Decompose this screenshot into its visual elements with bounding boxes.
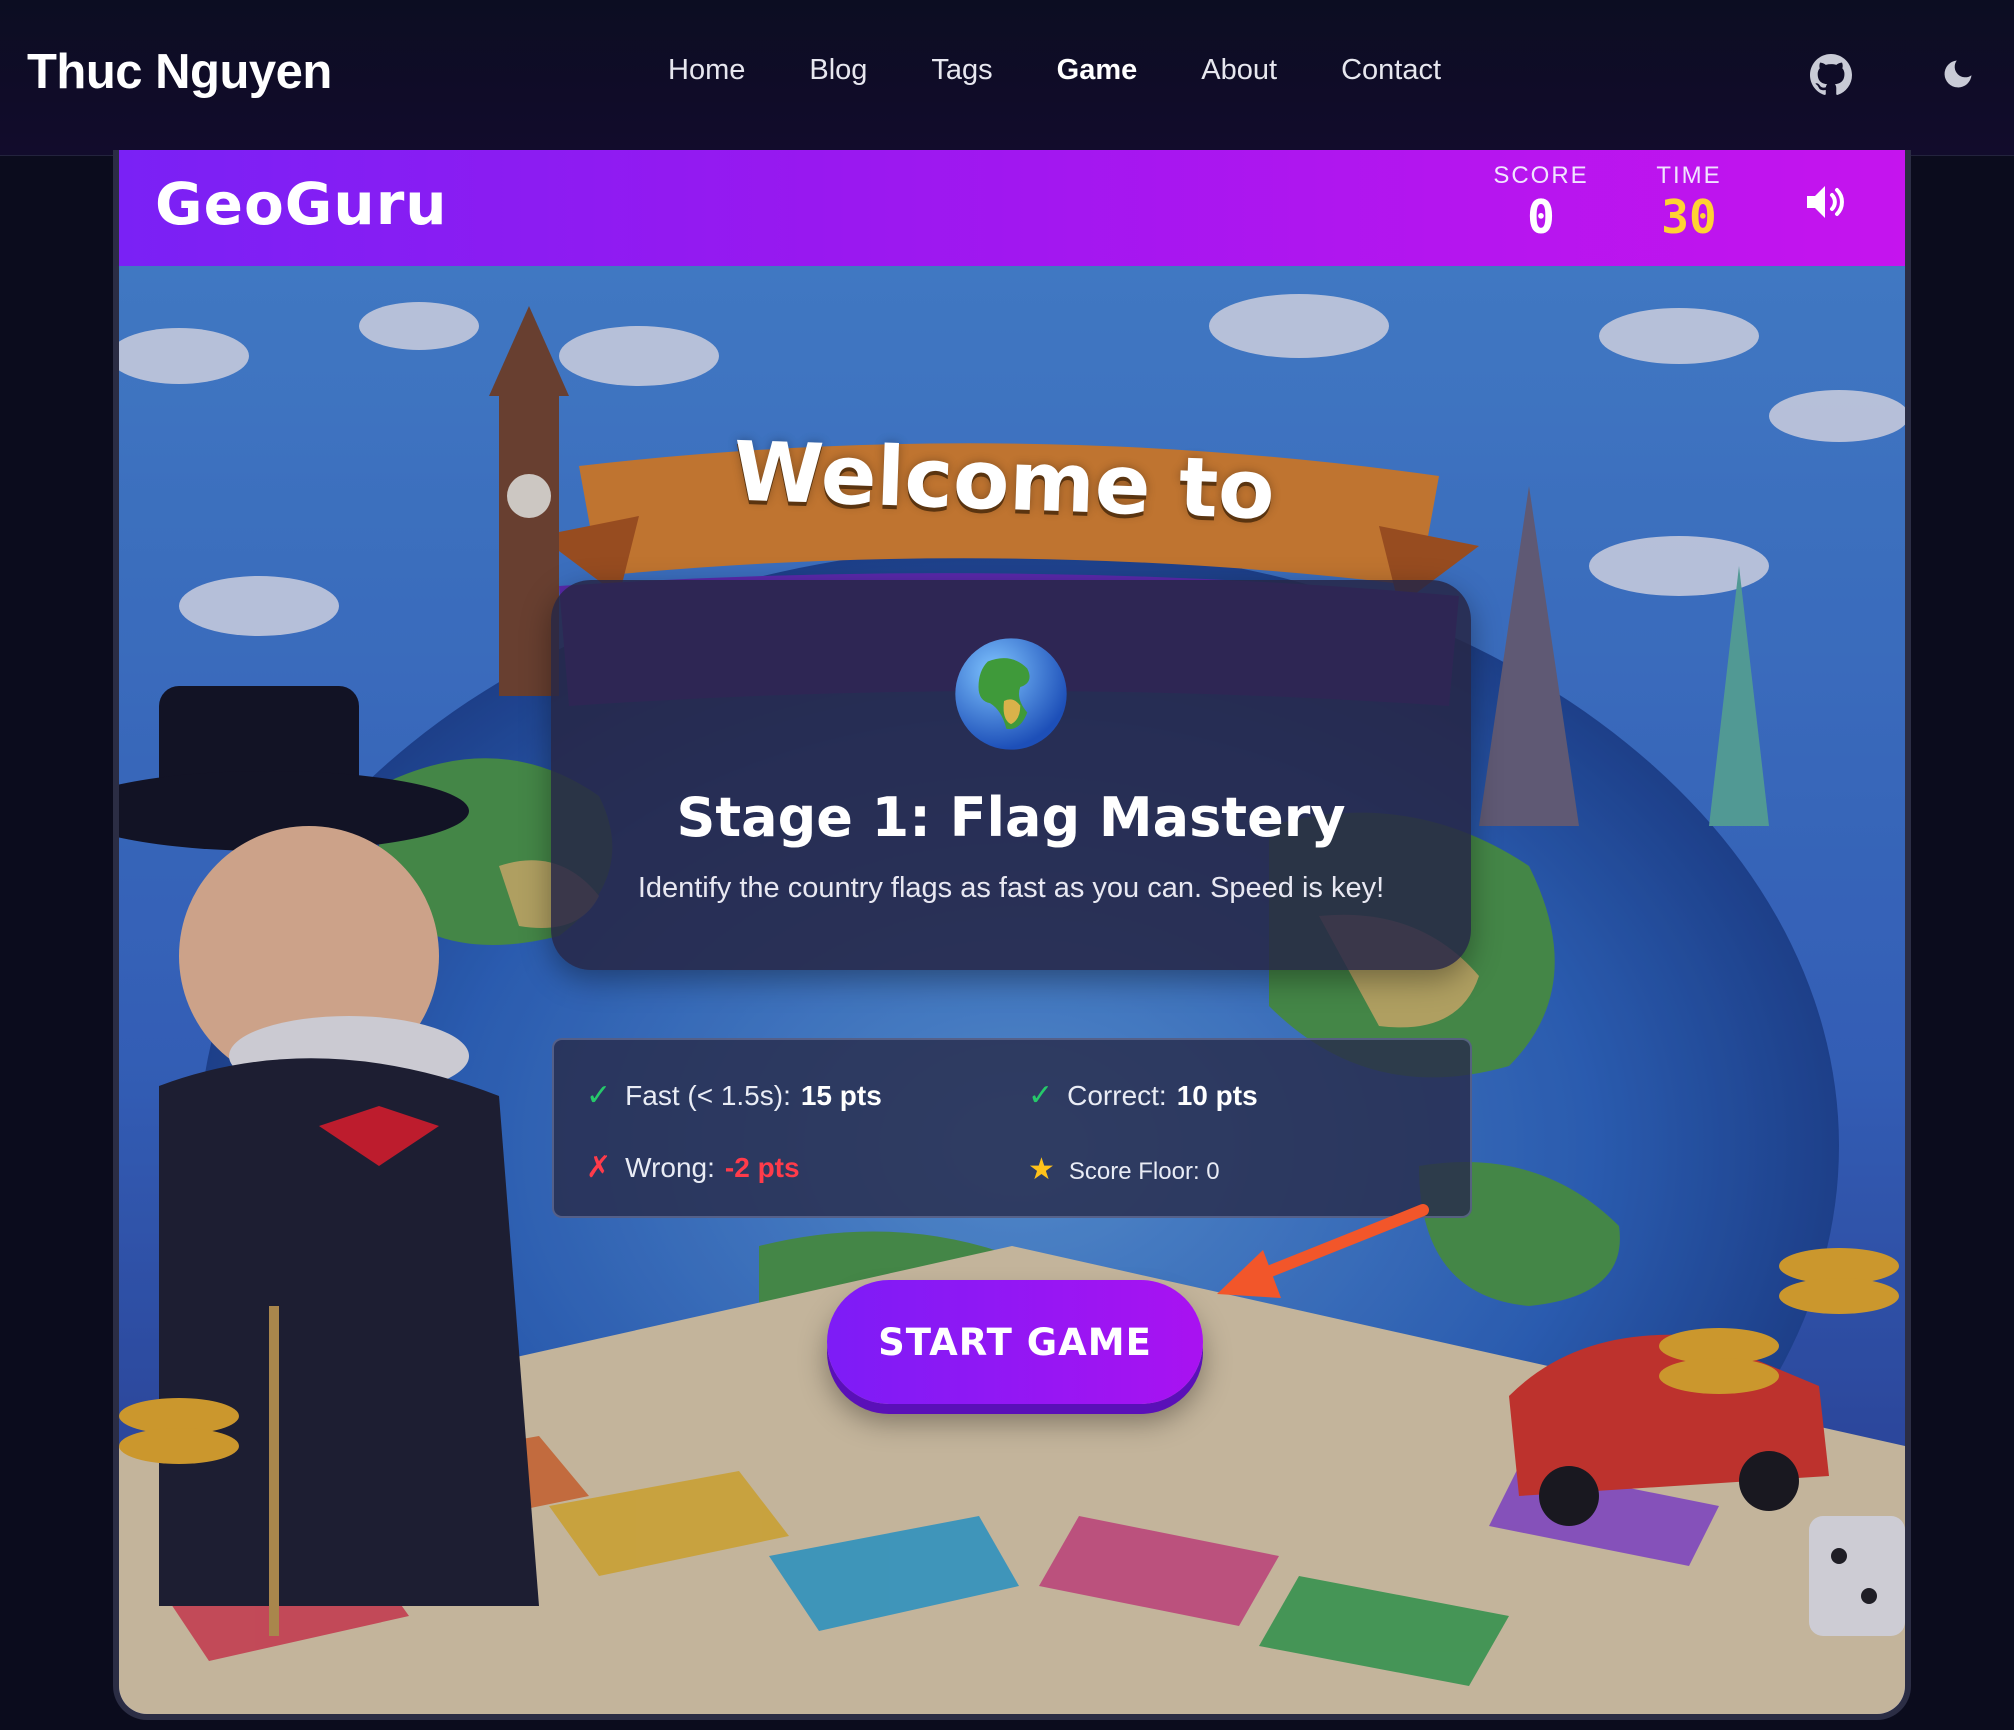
time-value: 30 (1661, 190, 1717, 244)
rule-correct: ✓ Correct: 10 pts (1028, 1078, 1258, 1113)
scoring-rules: ✓ Fast (< 1.5s): 15 pts ✓ Correct: 10 pts ✗ W… (552, 1038, 1472, 1218)
star-icon: ★ (1028, 1153, 1055, 1186)
github-icon[interactable] (1810, 54, 1852, 96)
rule-wrong-label: Wrong: (625, 1152, 715, 1183)
score-label: SCORE (1493, 162, 1589, 189)
nav-home[interactable]: Home (668, 54, 745, 87)
game-container: GeoGuru SCORE 0 TIME 30 Welcome to Stage… (113, 150, 1911, 1720)
rule-floor: ★ Score Floor: 0 (1028, 1152, 1220, 1187)
time-label: TIME (1656, 162, 1722, 189)
rule-fast: ✓ Fast (< 1.5s): 15 pts (586, 1078, 882, 1113)
globe-icon (955, 638, 1067, 750)
nav-tags[interactable]: Tags (931, 54, 992, 87)
check-icon: ✓ (586, 1079, 612, 1112)
welcome-text: Welcome to (731, 424, 1277, 539)
rule-wrong-points: -2 pts (724, 1152, 800, 1183)
nav-about[interactable]: About (1201, 54, 1277, 87)
rule-fast-points: 15 pts (800, 1080, 882, 1111)
stage-description: Identify the country flags as fast as yo… (637, 872, 1385, 904)
score-value: 0 (1527, 190, 1555, 244)
rule-floor-label: Score Floor: 0 (1068, 1158, 1220, 1185)
start-game-button[interactable]: START GAME (827, 1280, 1203, 1404)
score-display: SCORE 0 (1471, 162, 1611, 244)
game-logo: GeoGuru (155, 170, 448, 238)
cross-icon: ✗ (586, 1151, 612, 1184)
rule-wrong: ✗ Wrong: -2 pts (586, 1150, 800, 1185)
site-brand[interactable]: Thuc Nguyen (27, 44, 332, 100)
check-icon: ✓ (1028, 1079, 1054, 1112)
stage-title: Stage 1: Flag Mastery (676, 786, 1346, 849)
nav-blog[interactable]: Blog (809, 54, 867, 87)
site-header: Thuc Nguyen Home Blog Tags Game About Co… (0, 0, 2014, 156)
stage-card: Stage 1: Flag Mastery Identify the count… (551, 580, 1471, 970)
sound-icon[interactable] (1801, 178, 1849, 226)
nav-contact[interactable]: Contact (1341, 54, 1441, 87)
rule-correct-points: 10 pts (1176, 1080, 1258, 1111)
nav-game[interactable]: Game (1057, 54, 1138, 87)
game-header: GeoGuru SCORE 0 TIME 30 (119, 150, 1905, 266)
main-nav: Home Blog Tags Game About Contact (668, 54, 1505, 87)
rule-correct-label: Correct: (1067, 1080, 1167, 1111)
moon-icon[interactable] (1940, 56, 1976, 92)
time-display: TIME 30 (1629, 162, 1749, 244)
welcome-banner: Welcome to (684, 396, 1324, 606)
rule-fast-label: Fast (< 1.5s): (625, 1080, 791, 1111)
arrow-annotation (1217, 1204, 1429, 1298)
